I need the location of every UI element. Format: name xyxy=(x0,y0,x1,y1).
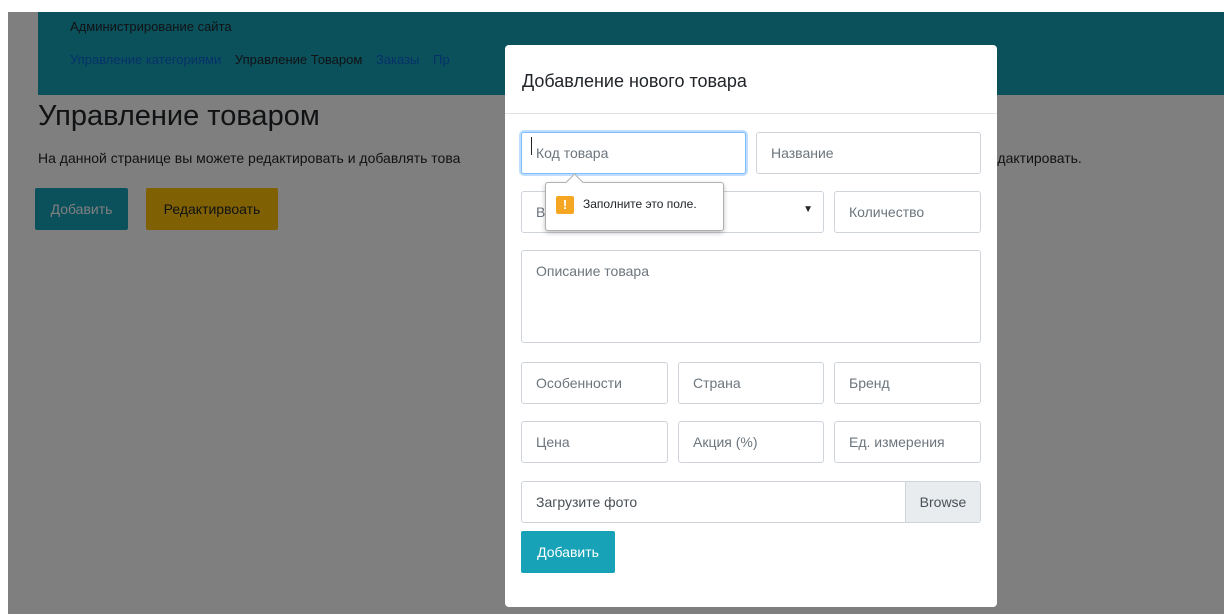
browse-button[interactable]: Browse xyxy=(905,482,980,522)
chevron-down-icon: ▼ xyxy=(803,204,813,215)
unit-input[interactable] xyxy=(834,421,981,463)
text-cursor xyxy=(531,137,532,155)
photo-upload-label: Загрузите фото xyxy=(536,494,638,510)
submit-product-button[interactable]: Добавить xyxy=(521,531,615,573)
product-code-input[interactable] xyxy=(521,132,746,174)
price-input[interactable] xyxy=(521,421,668,463)
category-select-value: В xyxy=(536,204,546,220)
modal-header: Добавление нового товара xyxy=(505,45,997,114)
quantity-input[interactable] xyxy=(834,191,981,233)
country-input[interactable] xyxy=(678,362,824,404)
validation-tooltip: ! Заполните это поле. xyxy=(545,173,724,231)
tooltip-arrow xyxy=(565,173,584,192)
modal-title: Добавление нового товара xyxy=(522,71,747,91)
product-name-input[interactable] xyxy=(756,132,981,174)
description-textarea[interactable] xyxy=(521,250,981,343)
features-input[interactable] xyxy=(521,362,668,404)
brand-input[interactable] xyxy=(834,362,981,404)
warning-icon: ! xyxy=(556,196,574,214)
validation-message: Заполните это поле. xyxy=(583,197,697,211)
photo-upload-field[interactable]: Загрузите фото Browse xyxy=(521,481,981,523)
add-product-modal: Добавление нового товара В ▼ Загрузите ф… xyxy=(505,45,997,607)
discount-input[interactable] xyxy=(678,421,824,463)
